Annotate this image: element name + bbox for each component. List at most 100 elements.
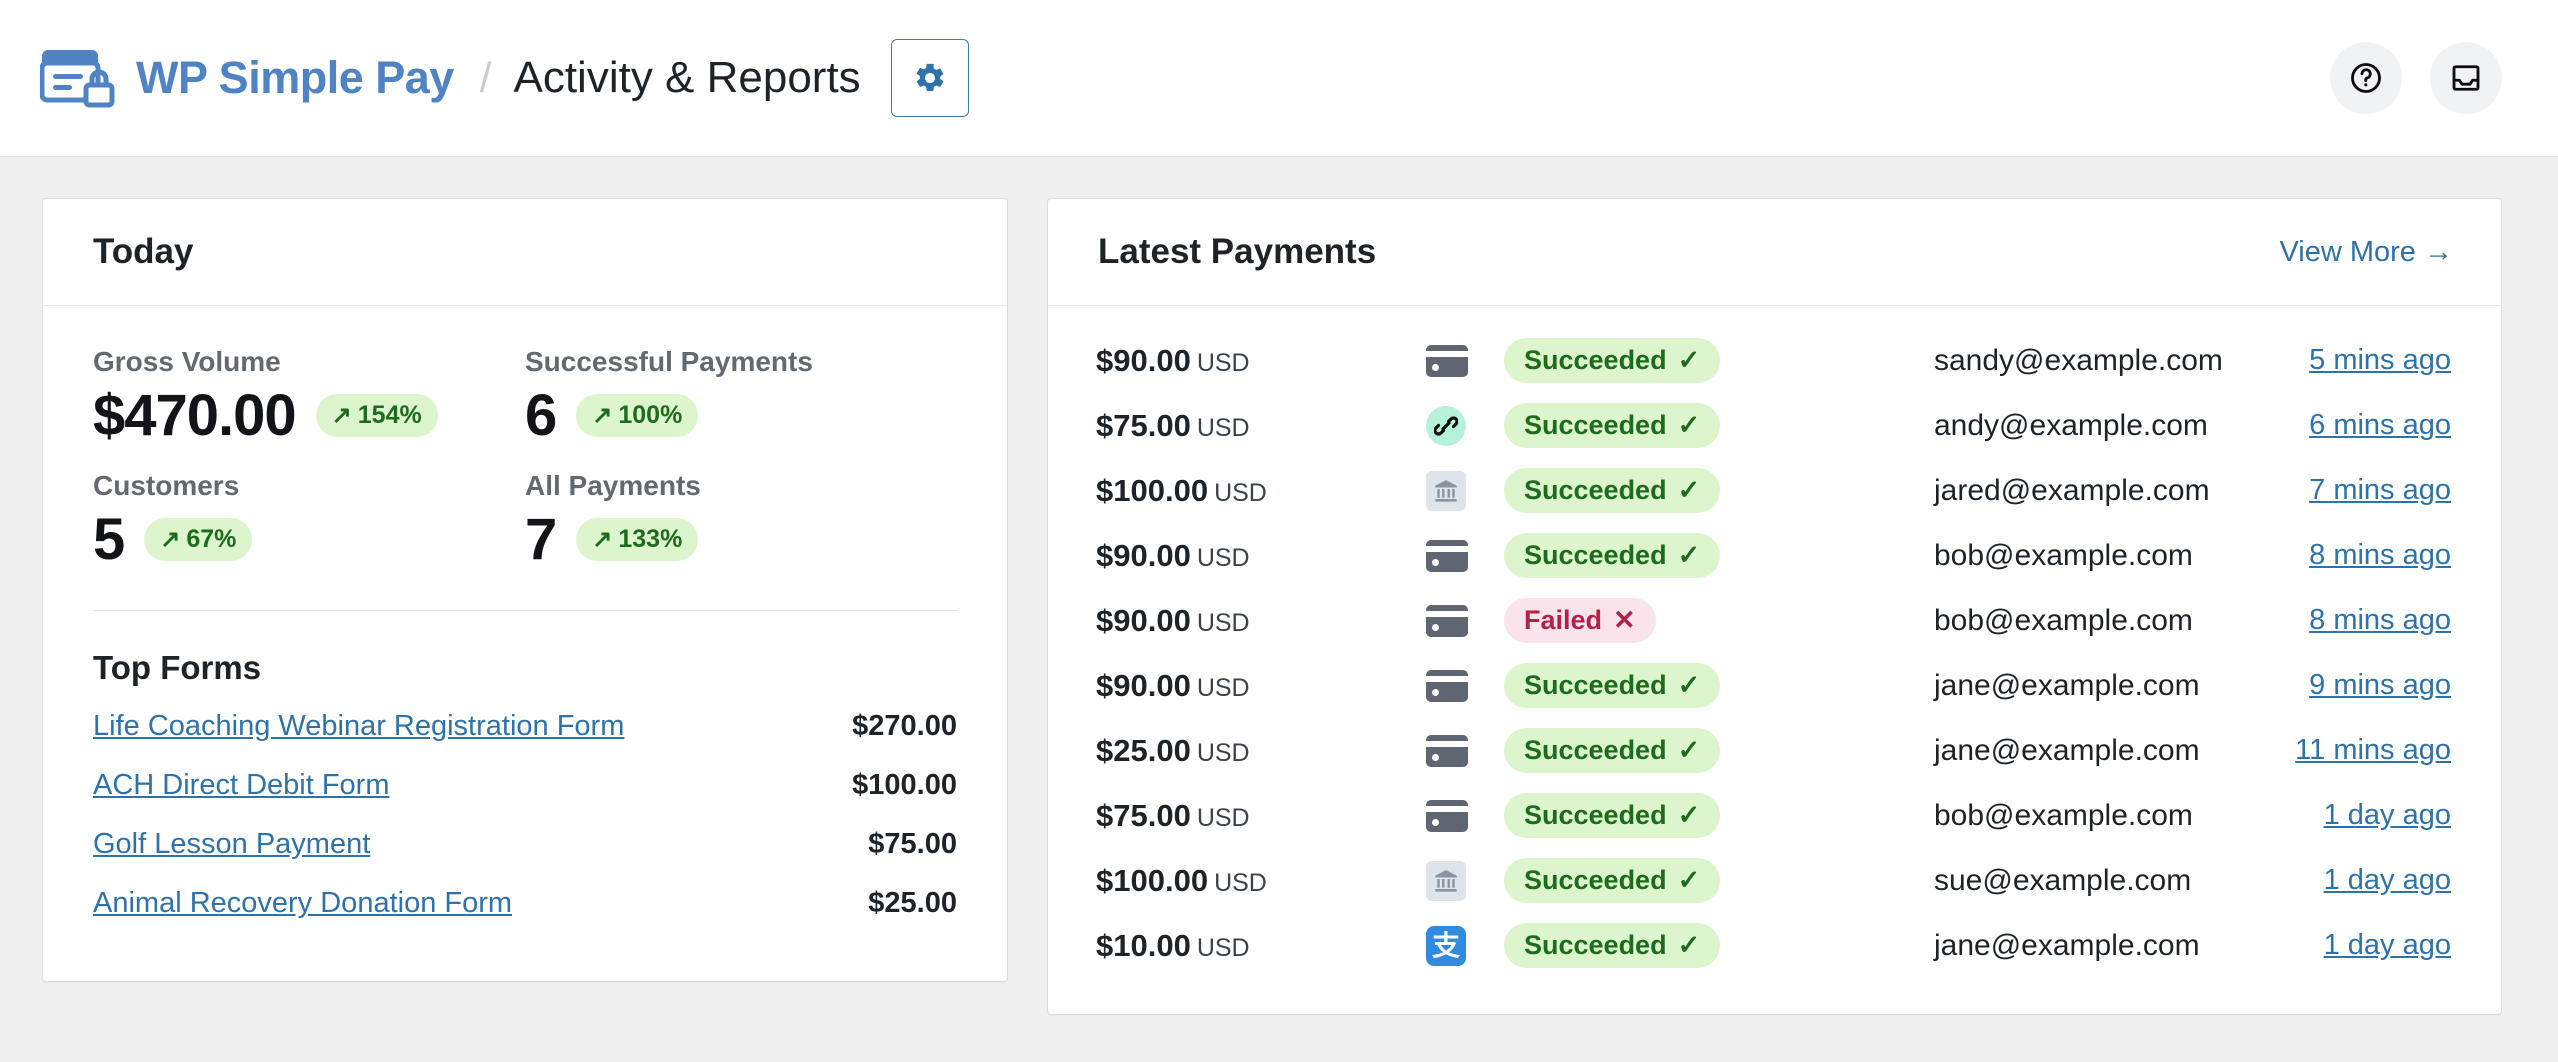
payment-email: bob@example.com xyxy=(1934,539,2309,573)
payment-currency: USD xyxy=(1197,414,1250,442)
status-badge: Failed✕ xyxy=(1504,598,1656,643)
stat-delta-value: 67% xyxy=(186,525,236,554)
credit-card-icon xyxy=(1426,345,1468,377)
help-button[interactable] xyxy=(2330,42,2402,114)
payment-time-link[interactable]: 1 day ago xyxy=(2324,799,2451,832)
payment-status: Succeeded✓ xyxy=(1504,793,1934,838)
payment-method xyxy=(1426,861,1504,901)
list-item: ACH Direct Debit Form $100.00 xyxy=(93,756,957,815)
table-row: $90.00USD Succeeded✓bob@example.com8 mins… xyxy=(1096,523,2451,588)
stat-delta-value: 154% xyxy=(358,401,422,430)
view-more-link[interactable]: View More → xyxy=(2279,236,2453,269)
trend-up-arrow-icon: ↗ xyxy=(332,404,352,428)
top-form-amount: $270.00 xyxy=(852,710,957,743)
payment-email: sandy@example.com xyxy=(1934,344,2309,378)
stat-label: All Payments xyxy=(525,470,957,502)
brand[interactable]: WP Simple Pay xyxy=(40,47,454,109)
status-badge: Succeeded✓ xyxy=(1504,858,1720,903)
status-label: Succeeded xyxy=(1524,540,1667,571)
payment-status: Succeeded✓ xyxy=(1504,858,1934,903)
stat-label: Customers xyxy=(93,470,525,502)
stat-row: 7 ↗ 133% xyxy=(525,508,957,572)
status-label: Succeeded xyxy=(1524,865,1667,896)
stat-delta-badge: ↗ 67% xyxy=(144,518,252,561)
status-label: Succeeded xyxy=(1524,345,1667,376)
stat-delta-value: 133% xyxy=(618,525,682,554)
payment-amount: $90.00USD xyxy=(1096,538,1426,574)
credit-card-icon xyxy=(1426,735,1468,767)
payment-method xyxy=(1426,406,1504,446)
status-badge: Succeeded✓ xyxy=(1504,793,1720,838)
bank-icon xyxy=(1426,861,1466,901)
table-row: $90.00USDFailed✕bob@example.com8 mins ag… xyxy=(1096,588,2451,653)
check-icon: ✓ xyxy=(1678,802,1701,829)
payment-status: Succeeded✓ xyxy=(1504,533,1934,578)
stat-delta-badge: ↗ 154% xyxy=(316,394,438,437)
check-icon: ✓ xyxy=(1678,477,1701,504)
status-label: Succeeded xyxy=(1524,670,1667,701)
payment-time-link[interactable]: 1 day ago xyxy=(2324,864,2451,897)
payment-email: bob@example.com xyxy=(1934,604,2309,638)
credit-card-icon xyxy=(1426,800,1468,832)
table-row: $90.00USDSucceeded✓sandy@example.com5 mi… xyxy=(1096,328,2451,393)
cross-icon: ✕ xyxy=(1613,607,1636,634)
today-card: Today Gross Volume $470.00 ↗ 154% Succes… xyxy=(42,198,1008,982)
top-form-amount: $100.00 xyxy=(852,769,957,802)
stat-value: 6 xyxy=(525,384,556,448)
payment-email: jared@example.com xyxy=(1934,474,2309,508)
payment-method xyxy=(1426,605,1504,637)
credit-card-icon xyxy=(1426,540,1468,572)
payment-time-link[interactable]: 5 mins ago xyxy=(2309,344,2451,377)
payment-time-link[interactable]: 7 mins ago xyxy=(2309,474,2451,507)
payment-currency: USD xyxy=(1197,544,1250,572)
top-form-link[interactable]: ACH Direct Debit Form xyxy=(93,769,390,802)
settings-button[interactable] xyxy=(891,39,969,117)
payment-time-link[interactable]: 9 mins ago xyxy=(2309,669,2451,702)
status-badge: Succeeded✓ xyxy=(1504,403,1720,448)
payment-amount: $75.00USD xyxy=(1096,798,1426,834)
payment-time-link[interactable]: 1 day ago xyxy=(2324,929,2451,962)
table-row: $90.00USDSucceeded✓jane@example.com9 min… xyxy=(1096,653,2451,718)
payment-email: bob@example.com xyxy=(1934,799,2324,833)
alipay-icon: 支 xyxy=(1426,926,1466,966)
payment-time-link[interactable]: 8 mins ago xyxy=(2309,539,2451,572)
breadcrumb-separator: / xyxy=(480,54,492,102)
inbox-icon xyxy=(2448,60,2484,96)
status-badge: Succeeded ✓ xyxy=(1504,338,1720,383)
brand-name: WP Simple Pay xyxy=(136,52,454,104)
payment-status: Succeeded✓ xyxy=(1504,923,1934,968)
payment-time-link[interactable]: 6 mins ago xyxy=(2309,409,2451,442)
payment-email: jane@example.com xyxy=(1934,669,2309,703)
payment-amount: $100.00USD xyxy=(1096,473,1426,509)
status-badge: Succeeded✓ xyxy=(1504,923,1720,968)
inbox-button[interactable] xyxy=(2430,42,2502,114)
payment-amount: $10.00USD xyxy=(1096,928,1426,964)
status-label: Succeeded xyxy=(1524,410,1667,441)
app-header: WP Simple Pay / Activity & Reports xyxy=(0,0,2558,157)
payment-method xyxy=(1426,735,1504,767)
payment-method: 支 xyxy=(1426,926,1504,966)
top-form-amount: $25.00 xyxy=(868,887,957,920)
status-badge: Succeeded✓ xyxy=(1504,468,1720,513)
top-form-link[interactable]: Life Coaching Webinar Registration Form xyxy=(93,710,624,743)
payment-method xyxy=(1426,471,1504,511)
payment-time-link[interactable]: 11 mins ago xyxy=(2295,734,2451,767)
stat-successful-payments: Successful Payments 6 ↗ 100% xyxy=(525,346,957,448)
payment-currency: USD xyxy=(1197,934,1250,962)
payment-currency: USD xyxy=(1197,804,1250,832)
top-form-link[interactable]: Animal Recovery Donation Form xyxy=(93,887,512,920)
table-row: $100.00USD Succeeded✓ jared@example.com7 m… xyxy=(1096,458,2451,523)
payment-time-link[interactable]: 8 mins ago xyxy=(2309,604,2451,637)
stat-row: $470.00 ↗ 154% xyxy=(93,384,525,448)
stripe-link-icon xyxy=(1426,406,1466,446)
check-icon: ✓ xyxy=(1678,737,1701,764)
payment-currency: USD xyxy=(1214,479,1267,507)
payment-amount: $25.00USD xyxy=(1096,733,1426,769)
table-row: $75.00USDSucceeded✓andy@example.com6 min… xyxy=(1096,393,2451,458)
payment-method xyxy=(1426,670,1504,702)
check-icon: ✓ xyxy=(1678,347,1701,374)
payment-status: Succeeded ✓ xyxy=(1504,338,1934,383)
top-form-link[interactable]: Golf Lesson Payment xyxy=(93,828,370,861)
payment-status: Succeeded✓ xyxy=(1504,403,1934,448)
stat-label: Gross Volume xyxy=(93,346,525,378)
